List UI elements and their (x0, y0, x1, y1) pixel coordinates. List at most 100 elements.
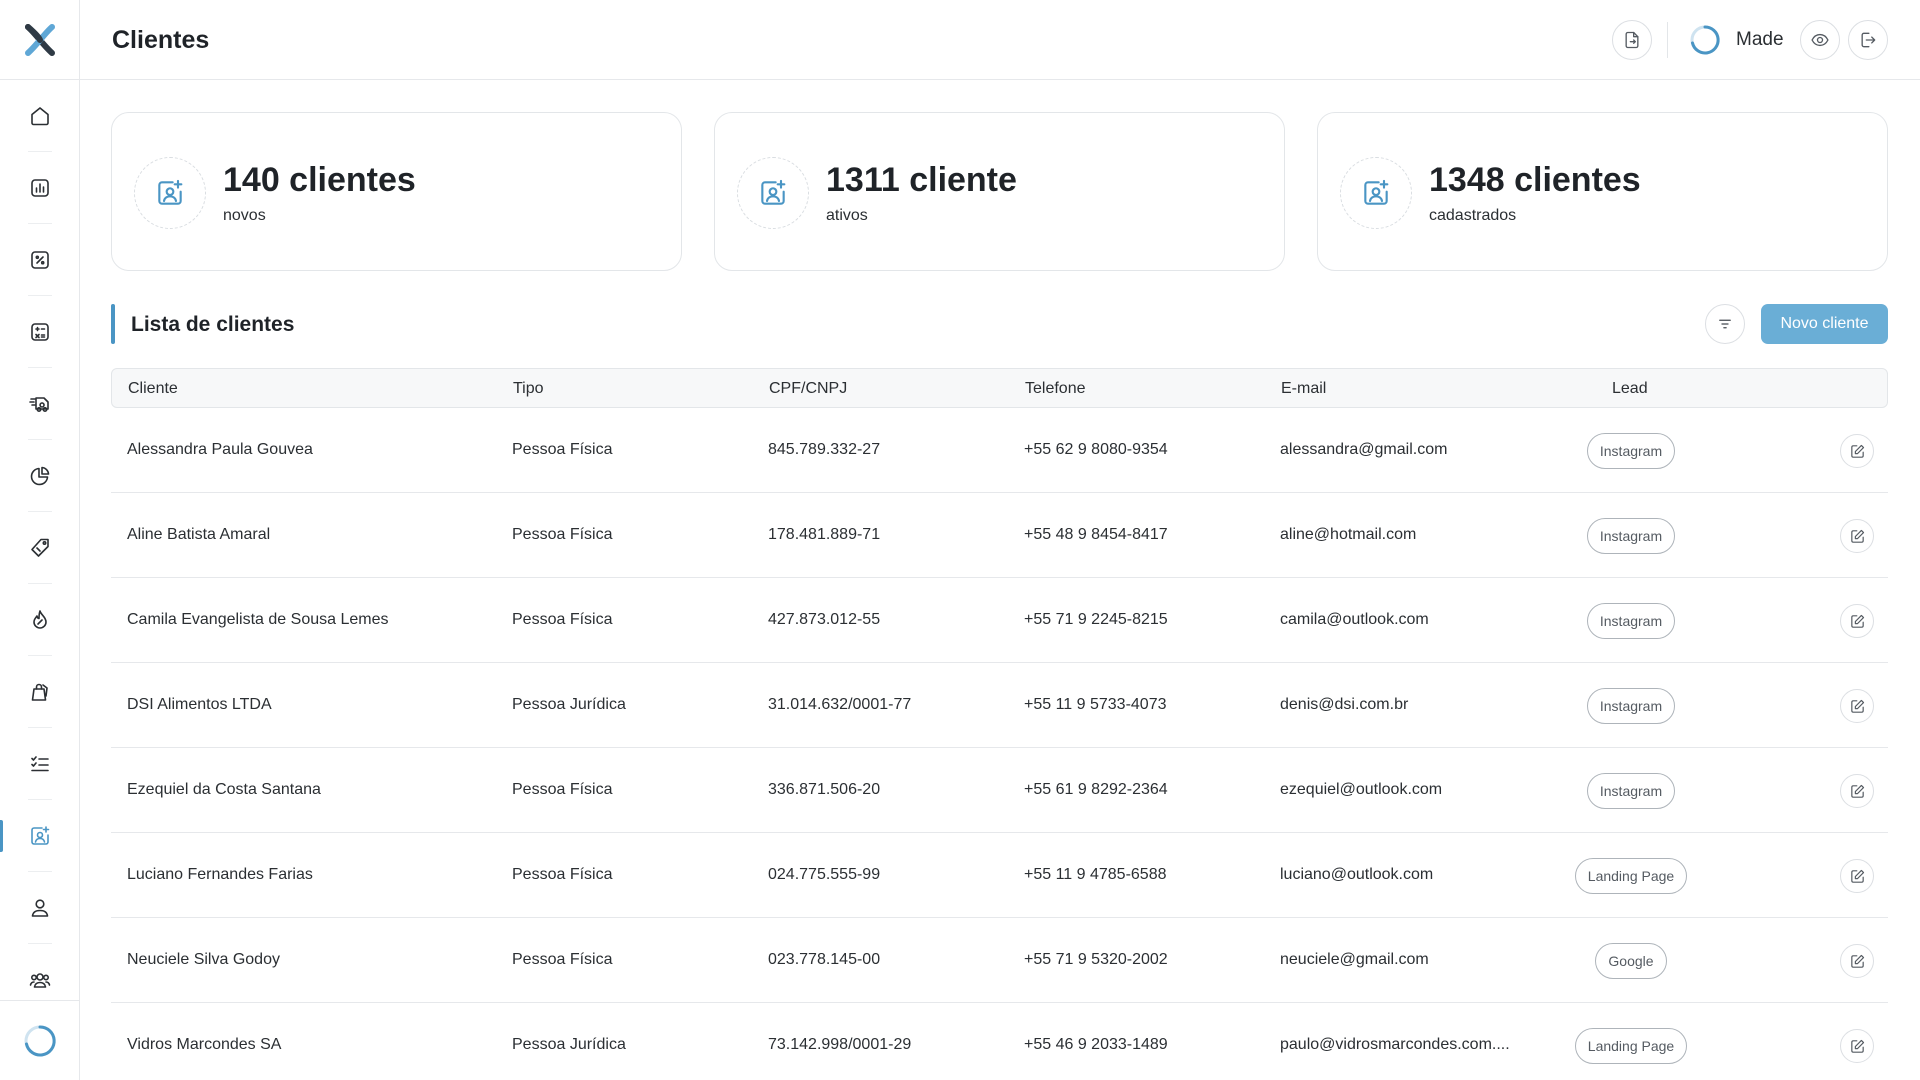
cell-cliente: Vidros Marcondes SA (127, 1036, 282, 1053)
cell-lead: Instagram (1531, 773, 1731, 809)
cell-cliente: Luciano Fernandes Farias (127, 866, 313, 883)
cell-lead: Instagram (1531, 433, 1731, 469)
edit-button[interactable] (1840, 859, 1874, 893)
logout-icon (1861, 32, 1876, 48)
customer-contact-icon (31, 826, 50, 845)
document-export-icon (1625, 31, 1639, 49)
new-client-button[interactable]: Novo cliente (1761, 304, 1888, 344)
sidebar-item-products[interactable] (0, 656, 80, 728)
column-header-tipo[interactable]: Tipo (513, 380, 544, 398)
sidebar-item-analytics[interactable] (0, 440, 80, 512)
column-header-telefone[interactable]: Telefone (1025, 380, 1086, 398)
stat-label: ativos (826, 207, 868, 224)
cell-tipo: Pessoa Física (512, 951, 613, 968)
column-header-email[interactable]: E-mail (1281, 380, 1326, 398)
card-icon-wrapper (737, 157, 809, 229)
cell-lead: Landing Page (1531, 1028, 1731, 1064)
cell-email: paulo@vidrosmarcondes.com.... (1280, 1036, 1510, 1053)
calculator-icon (31, 323, 49, 341)
cell-doc: 023.778.145-00 (768, 951, 881, 968)
cell-email: neuciele@gmail.com (1280, 951, 1429, 968)
column-header-cliente[interactable]: Cliente (128, 380, 178, 398)
sidebar-item-discounts[interactable] (0, 224, 80, 296)
edit-button[interactable] (1840, 944, 1874, 978)
sidebar-item-delivery[interactable] (0, 368, 80, 440)
stat-value: 140 clientes (223, 161, 416, 199)
lead-badge: Instagram (1586, 688, 1676, 724)
cell-telefone: +55 71 9 5320-2002 (1024, 951, 1168, 968)
cell-doc: 178.481.889-71 (768, 526, 881, 543)
sidebar-item-tags[interactable] (0, 512, 80, 584)
table-row[interactable]: Luciano Fernandes Farias Pessoa Física 0… (111, 833, 1888, 918)
sidebar-item-customers[interactable] (0, 800, 80, 872)
column-header-doc[interactable]: CPF/CNPJ (769, 380, 847, 398)
user-status-icon (1690, 25, 1720, 55)
cell-telefone: +55 46 9 2033-1489 (1024, 1036, 1168, 1053)
sidebar-nav (0, 80, 80, 1016)
flame-icon (33, 610, 47, 629)
sidebar-footer (0, 1000, 80, 1080)
cell-tipo: Pessoa Jurídica (512, 696, 626, 713)
filter-icon (1719, 319, 1731, 329)
filter-button[interactable] (1705, 304, 1745, 344)
edit-button[interactable] (1840, 519, 1874, 553)
edit-button[interactable] (1840, 689, 1874, 723)
sidebar-item-calculator[interactable] (0, 296, 80, 368)
edit-icon (1850, 699, 1864, 713)
table-row[interactable]: Camila Evangelista de Sousa Lemes Pessoa… (111, 578, 1888, 663)
table-header: Cliente Tipo CPF/CNPJ Telefone E-mail Le… (111, 368, 1888, 408)
column-header-lead[interactable]: Lead (1612, 380, 1648, 398)
stat-label: cadastrados (1429, 207, 1517, 224)
cell-lead: Instagram (1531, 688, 1731, 724)
sidebar-item-reports[interactable] (0, 152, 80, 224)
cell-email: camila@outlook.com (1280, 611, 1429, 628)
edit-button[interactable] (1840, 1029, 1874, 1063)
edit-button[interactable] (1840, 604, 1874, 638)
lead-badge: Google (1595, 943, 1667, 979)
edit-button[interactable] (1840, 434, 1874, 468)
stat-card-registered: 1348 clientes cadastrados (1317, 112, 1888, 271)
cell-email: alessandra@gmail.com (1280, 441, 1448, 458)
sidebar-item-profile[interactable] (0, 872, 80, 944)
sidebar-item-promotions[interactable] (0, 584, 80, 656)
eye-icon (1811, 33, 1829, 47)
export-button[interactable] (1612, 20, 1652, 60)
cell-email: luciano@outlook.com (1280, 866, 1434, 883)
stat-label: novos (223, 207, 266, 224)
table-row[interactable]: Alessandra Paula Gouvea Pessoa Física 84… (111, 408, 1888, 493)
cell-cliente: Camila Evangelista de Sousa Lemes (127, 611, 389, 628)
table-row[interactable]: Vidros Marcondes SA Pessoa Jurídica 73.1… (111, 1003, 1888, 1080)
user-name[interactable]: Made (1736, 29, 1784, 51)
app-logo[interactable] (0, 0, 80, 80)
edit-icon (1850, 444, 1864, 458)
table-row[interactable]: DSI Alimentos LTDA Pessoa Jurídica 31.01… (111, 663, 1888, 748)
lead-badge: Landing Page (1574, 858, 1688, 894)
table-row[interactable]: Aline Batista Amaral Pessoa Física 178.4… (111, 493, 1888, 578)
card-icon-wrapper (1340, 157, 1412, 229)
table-row[interactable]: Neuciele Silva Godoy Pessoa Física 023.7… (111, 918, 1888, 1003)
users-icon (29, 973, 51, 988)
table-row[interactable]: Ezequiel da Costa Santana Pessoa Física … (111, 748, 1888, 833)
section-title: Lista de clientes (131, 313, 295, 336)
edit-icon (1850, 784, 1864, 798)
stat-card-new: 140 clientes novos (111, 112, 682, 271)
card-icon-wrapper (134, 157, 206, 229)
page-title: Clientes (112, 26, 210, 54)
toggle-visibility-button[interactable] (1800, 20, 1840, 60)
sidebar-item-tasks[interactable] (0, 728, 80, 800)
bar-chart-icon (31, 179, 49, 197)
header-divider (1667, 22, 1668, 58)
logout-button[interactable] (1848, 20, 1888, 60)
edit-icon (1850, 529, 1864, 543)
edit-icon (1850, 869, 1864, 883)
cell-cliente: Neuciele Silva Godoy (127, 951, 280, 968)
percent-icon (31, 251, 49, 269)
edit-button[interactable] (1840, 774, 1874, 808)
edit-icon (1850, 614, 1864, 628)
lead-badge: Instagram (1586, 603, 1676, 639)
lead-badge: Landing Page (1574, 1028, 1688, 1064)
cell-telefone: +55 48 9 8454-8417 (1024, 526, 1168, 543)
sidebar-item-home[interactable] (0, 80, 80, 152)
cell-email: denis@dsi.com.br (1280, 696, 1409, 713)
stat-value: 1311 cliente (826, 161, 1017, 199)
